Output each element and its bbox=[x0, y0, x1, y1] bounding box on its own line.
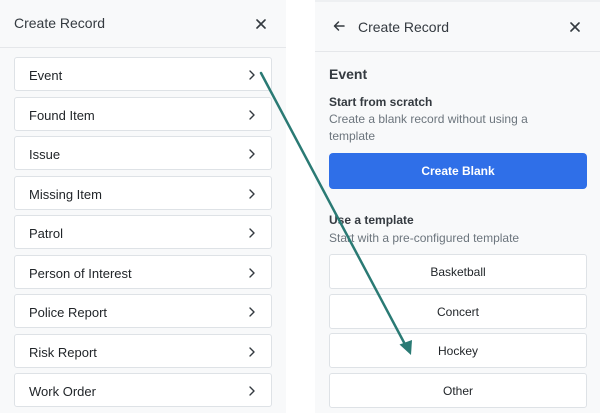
create-blank-button[interactable]: Create Blank bbox=[329, 153, 587, 189]
close-icon bbox=[570, 22, 580, 32]
chevron-right-icon bbox=[249, 307, 255, 317]
record-type-event[interactable]: Event bbox=[14, 57, 272, 91]
record-type-missing-item[interactable]: Missing Item bbox=[14, 175, 272, 210]
chevron-right-icon bbox=[249, 386, 255, 396]
left-panel-title: Create Record bbox=[14, 15, 106, 31]
template-heading: Use a template bbox=[329, 213, 414, 227]
scratch-description: Create a blank record without using a te… bbox=[329, 112, 528, 143]
chevron-right-icon bbox=[249, 70, 255, 80]
right-close-button[interactable] bbox=[566, 18, 584, 36]
record-type-patrol[interactable]: Patrol bbox=[14, 215, 272, 249]
template-hockey-button[interactable]: Hockey bbox=[329, 333, 587, 368]
record-type-label: Event bbox=[29, 68, 63, 83]
record-type-label: Work Order bbox=[29, 384, 96, 399]
record-type-police-report[interactable]: Police Report bbox=[14, 294, 272, 328]
close-icon bbox=[256, 19, 266, 29]
record-type-heading: Event bbox=[329, 66, 368, 82]
template-other-button[interactable]: Other bbox=[329, 373, 587, 408]
chevron-right-icon bbox=[249, 267, 255, 278]
chevron-right-icon bbox=[249, 109, 255, 120]
template-concert-button[interactable]: Concert bbox=[329, 294, 587, 329]
chevron-right-icon bbox=[249, 346, 255, 357]
right-panel-header: Create Record bbox=[315, 0, 600, 52]
chevron-right-icon bbox=[249, 188, 255, 199]
chevron-right-icon bbox=[249, 228, 255, 238]
event-template-panel: Create Record Event Start from scratch C… bbox=[315, 0, 600, 413]
record-type-person-of-interest[interactable]: Person of Interest bbox=[14, 254, 272, 289]
record-type-issue[interactable]: Issue bbox=[14, 136, 272, 170]
record-type-label: Found Item bbox=[29, 107, 95, 123]
record-type-label: Person of Interest bbox=[29, 265, 132, 281]
record-type-label: Police Report bbox=[29, 305, 108, 320]
record-type-found-item[interactable]: Found Item bbox=[14, 96, 272, 131]
back-button[interactable] bbox=[331, 18, 347, 34]
template-description: Start with a pre-configured template bbox=[329, 231, 520, 245]
right-panel-title: Create Record bbox=[358, 19, 450, 35]
template-basketball-button[interactable]: Basketball bbox=[329, 254, 587, 289]
scratch-heading: Start from scratch bbox=[329, 95, 433, 109]
record-type-label: Issue bbox=[29, 147, 61, 162]
record-type-label: Risk Report bbox=[29, 344, 97, 360]
left-close-button[interactable] bbox=[252, 15, 270, 33]
chevron-right-icon bbox=[249, 149, 255, 159]
record-type-label: Missing Item bbox=[29, 186, 102, 202]
screen: Create Record Event Found Item Issue Mis… bbox=[0, 0, 600, 413]
create-record-type-panel: Create Record Event Found Item Issue Mis… bbox=[0, 0, 286, 413]
left-panel-header: Create Record bbox=[0, 0, 286, 48]
record-type-label: Patrol bbox=[29, 226, 63, 241]
record-type-work-order[interactable]: Work Order bbox=[14, 373, 272, 407]
record-type-risk-report[interactable]: Risk Report bbox=[14, 333, 272, 368]
arrow-left-icon bbox=[333, 21, 345, 31]
